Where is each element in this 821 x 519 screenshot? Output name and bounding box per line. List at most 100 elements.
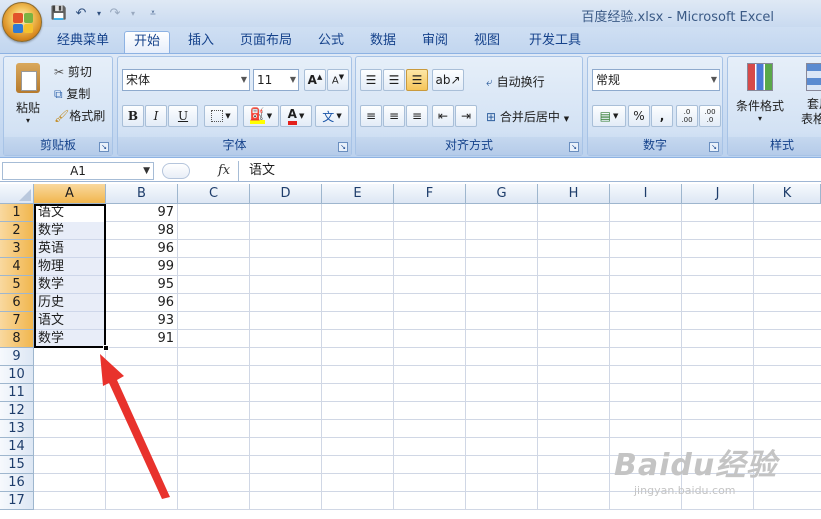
font-color-button[interactable]: A ▼ xyxy=(280,105,312,127)
decrease-indent-button[interactable]: ⇤ xyxy=(432,105,454,127)
row-header-4[interactable]: 4 xyxy=(0,258,34,276)
alignment-launcher-icon[interactable]: ↘ xyxy=(569,142,579,152)
office-button[interactable] xyxy=(2,2,42,42)
format-painter-button[interactable]: 🖌格式刷 xyxy=(54,107,105,124)
cell-a2[interactable]: 数学 xyxy=(36,222,104,240)
conditional-format-button[interactable]: 条件格式 ▾ xyxy=(732,61,788,123)
column-header-f[interactable]: F xyxy=(394,184,466,204)
tab-developer[interactable]: 开发工具 xyxy=(520,31,590,53)
column-header-h[interactable]: H xyxy=(538,184,610,204)
row-header-2[interactable]: 2 xyxy=(0,222,34,240)
column-header-b[interactable]: B xyxy=(106,184,178,204)
paste-button[interactable]: 粘贴 ▾ xyxy=(10,61,46,139)
cell-b2[interactable]: 98 xyxy=(106,222,178,240)
formula-input[interactable]: 语文 xyxy=(238,161,821,181)
cell-a8[interactable]: 数学 xyxy=(36,330,104,348)
formula-bar-splitter[interactable] xyxy=(162,163,190,179)
cell-b3[interactable]: 96 xyxy=(106,240,178,258)
increase-indent-button[interactable]: ⇥ xyxy=(455,105,477,127)
font-size-combo[interactable]: 11 ▼ xyxy=(253,69,299,91)
select-all-button[interactable] xyxy=(0,184,34,204)
align-middle-button[interactable]: ☰ xyxy=(383,69,405,91)
wrap-text-button[interactable]: ⤶ 自动换行 xyxy=(486,73,545,90)
row-header-17[interactable]: 17 xyxy=(0,492,34,510)
column-header-g[interactable]: G xyxy=(466,184,538,204)
tab-classic-menu[interactable]: 经典菜单 xyxy=(50,31,116,53)
tab-view[interactable]: 视图 xyxy=(466,31,508,53)
percent-button[interactable]: % xyxy=(628,105,650,127)
row-header-16[interactable]: 16 xyxy=(0,474,34,492)
underline-button[interactable]: U xyxy=(168,105,198,127)
clipboard-launcher-icon[interactable]: ↘ xyxy=(99,142,109,152)
cell-a1[interactable]: 语文 xyxy=(36,204,104,222)
row-header-5[interactable]: 5 xyxy=(0,276,34,294)
tab-page-layout[interactable]: 页面布局 xyxy=(232,31,300,53)
tab-data[interactable]: 数据 xyxy=(362,31,404,53)
align-center-button[interactable]: ≡ xyxy=(383,105,405,127)
column-header-j[interactable]: J xyxy=(682,184,754,204)
align-top-button[interactable]: ☰ xyxy=(360,69,382,91)
increase-decimal-button[interactable]: .0 .00 xyxy=(676,105,698,127)
column-header-k[interactable]: K xyxy=(754,184,821,204)
fill-color-button[interactable]: ⛽ ▼ xyxy=(243,105,279,127)
tab-home[interactable]: 开始 xyxy=(124,31,170,53)
cut-button[interactable]: ✂ 剪切 xyxy=(54,63,92,80)
cell-b1[interactable]: 97 xyxy=(106,204,178,222)
row-header-7[interactable]: 7 xyxy=(0,312,34,330)
column-header-e[interactable]: E xyxy=(322,184,394,204)
align-bottom-button[interactable]: ☰ xyxy=(406,69,428,91)
cell-a3[interactable]: 英语 xyxy=(36,240,104,258)
align-left-button[interactable]: ≡ xyxy=(360,105,382,127)
phonetic-guide-button[interactable]: 文 ▼ xyxy=(315,105,349,127)
orientation-button[interactable]: ab↗ xyxy=(432,69,464,91)
row-header-12[interactable]: 12 xyxy=(0,402,34,420)
cell-a7[interactable]: 语文 xyxy=(36,312,104,330)
tab-insert[interactable]: 插入 xyxy=(180,31,222,53)
cell-b8[interactable]: 91 xyxy=(106,330,178,348)
insert-function-icon[interactable]: fx xyxy=(218,163,230,178)
column-header-d[interactable]: D xyxy=(250,184,322,204)
row-header-3[interactable]: 3 xyxy=(0,240,34,258)
comma-button[interactable]: , xyxy=(651,105,673,127)
decrease-decimal-button[interactable]: .00 .0 xyxy=(699,105,721,127)
gridline xyxy=(34,401,821,402)
tab-review[interactable]: 审阅 xyxy=(414,31,456,53)
font-launcher-icon[interactable]: ↘ xyxy=(338,142,348,152)
increase-font-button[interactable]: A▲ xyxy=(304,69,326,91)
bold-button[interactable]: B xyxy=(122,105,144,127)
column-header-a[interactable]: A xyxy=(34,184,106,204)
cell-b5[interactable]: 95 xyxy=(106,276,178,294)
row-header-1[interactable]: 1 xyxy=(0,204,34,222)
styles-group-label: 样式 xyxy=(728,137,821,155)
fill-handle[interactable] xyxy=(103,345,109,351)
italic-button[interactable]: I xyxy=(145,105,167,127)
row-header-10[interactable]: 10 xyxy=(0,366,34,384)
row-header-15[interactable]: 15 xyxy=(0,456,34,474)
accounting-format-button[interactable]: ▤ ▼ xyxy=(592,105,626,127)
number-launcher-icon[interactable]: ↘ xyxy=(709,142,719,152)
row-header-11[interactable]: 11 xyxy=(0,384,34,402)
merge-center-button[interactable]: ⊞ 合并后居中 ▼ xyxy=(486,108,569,125)
cell-b7[interactable]: 93 xyxy=(106,312,178,330)
column-header-i[interactable]: I xyxy=(610,184,682,204)
column-header-c[interactable]: C xyxy=(178,184,250,204)
cell-a5[interactable]: 数学 xyxy=(36,276,104,294)
row-header-6[interactable]: 6 xyxy=(0,294,34,312)
borders-button[interactable]: ▼ xyxy=(204,105,238,127)
tab-formulas[interactable]: 公式 xyxy=(310,31,352,53)
name-box[interactable]: A1 ▼ xyxy=(2,162,154,180)
row-header-13[interactable]: 13 xyxy=(0,420,34,438)
decrease-font-button[interactable]: A▼ xyxy=(327,69,349,91)
cell-b4[interactable]: 99 xyxy=(106,258,178,276)
row-header-14[interactable]: 14 xyxy=(0,438,34,456)
format-as-table-button[interactable]: 套用 表格格 xyxy=(794,61,821,127)
cell-a4[interactable]: 物理 xyxy=(36,258,104,276)
cell-b6[interactable]: 96 xyxy=(106,294,178,312)
row-header-9[interactable]: 9 xyxy=(0,348,34,366)
font-name-combo[interactable]: 宋体 ▼ xyxy=(122,69,250,91)
copy-button[interactable]: ⧉ 复制 xyxy=(54,85,90,102)
align-right-button[interactable]: ≡ xyxy=(406,105,428,127)
row-header-8[interactable]: 8 xyxy=(0,330,34,348)
number-format-combo[interactable]: 常规 ▼ xyxy=(592,69,720,91)
cell-a6[interactable]: 历史 xyxy=(36,294,104,312)
